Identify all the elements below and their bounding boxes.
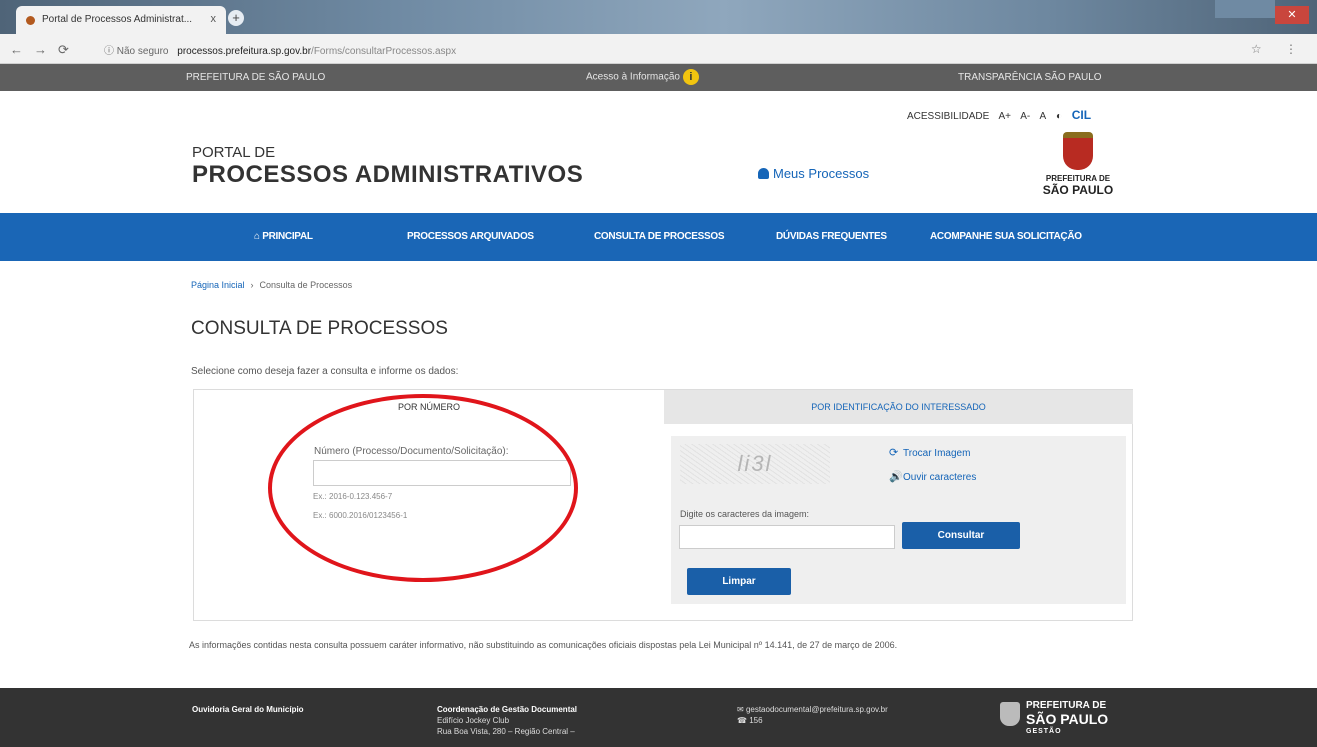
nav-principal[interactable]: ⌂ PRINCIPAL [254, 231, 313, 242]
portal-title-line1: PORTAL DE [192, 144, 276, 161]
footer-ouvidoria-label: Ouvidoria Geral do Município [192, 705, 304, 714]
accessibility-bar: ACESSIBILIDADE A+ A- A ◐ CIL [907, 108, 1098, 122]
captcha-label: Digite os caracteres da imagem: [680, 509, 810, 519]
footer-ouvidoria-link[interactable]: Ouvidoria Geral do Município [192, 704, 304, 715]
acesso-informacao-label: Acesso à Informação [586, 71, 680, 83]
coat-of-arms-icon [1063, 132, 1093, 170]
url-host: processos.prefeitura.sp.gov.br [177, 46, 312, 57]
maximize-button[interactable] [1245, 0, 1275, 18]
footer-coordenacao: Coordenação de Gestão Documental Edifíci… [437, 704, 577, 737]
window-controls: ✕ [1215, 0, 1311, 24]
window-close-button[interactable]: ✕ [1275, 6, 1309, 24]
consultar-button[interactable]: Consultar [902, 522, 1020, 549]
portal-title-line2[interactable]: PROCESSOS ADMINISTRATIVOS [192, 161, 583, 189]
footer-logo-line1: PREFEITURA DE [1026, 700, 1107, 711]
back-icon[interactable]: ← [10, 42, 23, 57]
disclaimer-text: As informações contidas nesta consulta p… [189, 640, 898, 650]
ouvir-caracteres-link[interactable]: 🔊Ouvir caracteres [889, 470, 976, 483]
prefeitura-logo[interactable]: PREFEITURA DE SÃO PAULO [1038, 132, 1118, 197]
user-icon [758, 168, 769, 179]
captcha-box: li3l ⟳ Trocar Imagem 🔊Ouvir caracteres Di… [671, 436, 1126, 604]
gov-link-prefeitura[interactable]: PREFEITURA DE SÃO PAULO [186, 72, 325, 83]
tab-por-identificacao[interactable]: POR IDENTIFICAÇÃO DO INTERESSADO [664, 390, 1133, 424]
gov-link-transparencia[interactable]: TRANSPARÊNCIA SÃO PAULO [958, 72, 1102, 83]
breadcrumb-home[interactable]: Página Inicial [191, 280, 245, 290]
email-icon: ✉ [737, 705, 744, 714]
contrast-icon[interactable]: ◐ [1056, 111, 1062, 122]
tab-close-icon[interactable]: x [211, 13, 217, 25]
logo-line1: PREFEITURA DE [1045, 174, 1111, 183]
address-bar: ← → ⟳ ⓘ Não seguro processos.prefeitura.… [0, 34, 1317, 64]
footer-coat-of-arms-icon [1000, 702, 1020, 726]
footer-phone: 156 [749, 716, 763, 725]
cil-link[interactable]: CIL [1072, 108, 1091, 122]
meus-processos-link[interactable]: Meus Processos [758, 166, 869, 181]
font-increase-button[interactable]: A+ [999, 111, 1012, 122]
meus-processos-label: Meus Processos [773, 166, 870, 181]
new-tab-button[interactable]: + [228, 10, 244, 26]
footer-coord-line1: Edifício Jockey Club [437, 716, 510, 725]
favicon-icon [26, 16, 35, 25]
logo-line2: SÃO PAULO [1042, 183, 1114, 197]
footer: Ouvidoria Geral do Município Coordenação… [0, 688, 1317, 747]
breadcrumb: Página Inicial › Consulta de Processos [191, 280, 352, 290]
gov-link-acesso-informacao[interactable]: Acesso à Informação i [586, 69, 699, 85]
minimize-button[interactable] [1215, 0, 1245, 18]
browser-tab[interactable]: Portal de Processos Administrat... x [16, 6, 226, 34]
ouvir-caracteres-label: Ouvir caracteres [903, 472, 977, 483]
footer-contact: ✉ gestaodocumental@prefeitura.sp.gov.br … [737, 704, 888, 726]
nav-consulta-processos[interactable]: CONSULTA DE PROCESSOS [594, 231, 725, 242]
url-path: /Forms/consultarProcessos.aspx [311, 46, 457, 57]
page-title: CONSULTA DE PROCESSOS [191, 318, 448, 339]
highlight-annotation-ring [268, 394, 578, 582]
footer-coord-title: Coordenação de Gestão Documental [437, 705, 578, 714]
nav-processos-arquivados[interactable]: PROCESSOS ARQUIVADOS [407, 231, 534, 242]
nav-duvidas-frequentes[interactable]: DÚVIDAS FREQUENTES [776, 231, 887, 242]
trocar-imagem-link[interactable]: ⟳ Trocar Imagem [889, 446, 970, 459]
trocar-imagem-label: Trocar Imagem [903, 448, 971, 459]
captcha-image: li3l [680, 444, 830, 484]
footer-email[interactable]: gestaodocumental@prefeitura.sp.gov.br [746, 705, 888, 714]
breadcrumb-current: Consulta de Processos [259, 280, 353, 290]
bookmark-star-icon[interactable]: ☆ ⋮ [1251, 42, 1307, 56]
refresh-icon: ⟳ [889, 447, 899, 459]
captcha-input[interactable] [679, 525, 895, 549]
browser-tab-title: Portal de Processos Administrat... [42, 14, 193, 25]
footer-coord-line2: Rua Boa Vista, 280 – Região Central – [437, 727, 575, 736]
footer-logo-line2: SÃO PAULO [1026, 711, 1109, 727]
footer-logo-line3: GESTÃO [1026, 728, 1062, 735]
browser-tab-bar: Portal de Processos Administrat... x + ✕ [0, 0, 1317, 34]
speaker-icon: 🔊 [889, 471, 903, 483]
info-icon: i [682, 69, 699, 85]
font-decrease-button[interactable]: A- [1020, 111, 1030, 122]
breadcrumb-separator: › [250, 280, 254, 290]
phone-icon: ☎ [737, 716, 747, 725]
nav-acompanhe-solicitacao[interactable]: ACOMPANHE SUA SOLICITAÇÃO [930, 231, 1082, 242]
forward-icon[interactable]: → [34, 42, 47, 57]
accessibility-label: ACESSIBILIDADE [907, 111, 990, 122]
security-indicator[interactable]: ⓘ Não seguro [104, 46, 168, 57]
font-normal-button[interactable]: A [1039, 111, 1046, 122]
limpar-button[interactable]: Limpar [687, 568, 791, 595]
intro-text: Selecione como deseja fazer a consulta e… [191, 366, 459, 377]
gov-top-bar: PREFEITURA DE SÃO PAULO Acesso à Informa… [0, 64, 1317, 91]
url-field[interactable]: ⓘ Não seguro processos.prefeitura.sp.gov… [104, 42, 456, 57]
reload-icon[interactable]: ⟳ [58, 42, 69, 58]
main-nav: ⌂ PRINCIPAL PROCESSOS ARQUIVADOS CONSULT… [0, 213, 1317, 261]
